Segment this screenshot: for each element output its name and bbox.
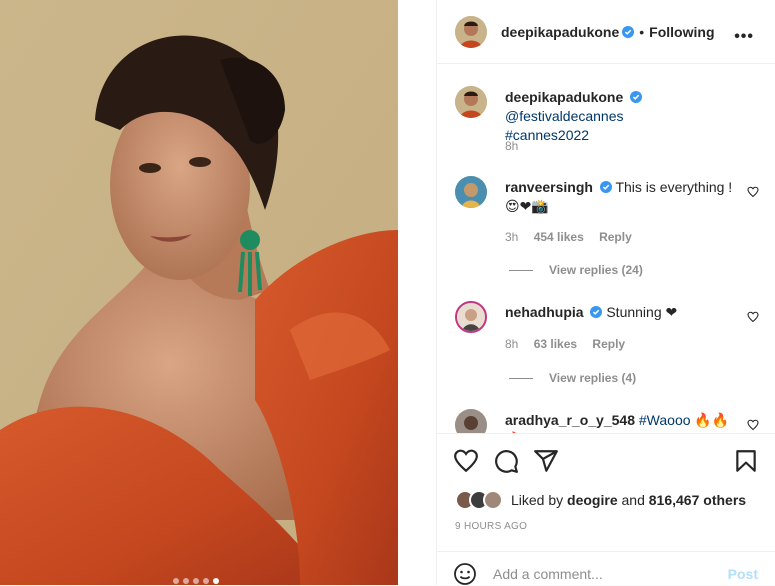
reply-button[interactable]: Reply bbox=[592, 337, 625, 351]
author-avatar[interactable] bbox=[455, 15, 487, 48]
comment-emoji-text: 😍❤📸 bbox=[505, 198, 549, 214]
following-button[interactable]: Following bbox=[649, 24, 714, 40]
post-actions: Liked by deogire and 816,467 others 9 HO… bbox=[437, 433, 775, 551]
mention-link[interactable]: @festivaldecannes bbox=[505, 108, 624, 124]
comment-meta: 8h 63 likes Reply bbox=[505, 337, 637, 351]
liked-by-user[interactable]: deogire bbox=[567, 492, 618, 508]
comment-body: nehadhupia Stunning ❤ bbox=[505, 303, 735, 322]
post-header: deepikapadukone • Following ••• bbox=[437, 0, 775, 64]
heart-icon[interactable] bbox=[453, 448, 479, 474]
comment-text: This is everything ! bbox=[615, 179, 733, 195]
caption-time: 8h bbox=[505, 139, 519, 153]
reply-button[interactable]: Reply bbox=[599, 230, 632, 244]
view-replies-button[interactable]: View replies (4) bbox=[509, 371, 636, 385]
likes-text[interactable]: Liked by deogire and 816,467 others bbox=[511, 492, 746, 508]
post-comment-button[interactable]: Post bbox=[728, 566, 758, 582]
comment-body: ranveersingh This is everything ! 😍❤📸 bbox=[505, 178, 735, 216]
comments-list: deepikapadukone @festivaldecannes #canne… bbox=[437, 65, 775, 433]
caption-meta: 8h bbox=[505, 139, 530, 153]
comment-hashtag[interactable]: #Waooo bbox=[639, 412, 691, 428]
comment-like-heart-icon[interactable] bbox=[747, 311, 759, 323]
add-comment-bar: Post bbox=[437, 551, 775, 585]
carousel-dot-active bbox=[213, 578, 219, 584]
send-icon[interactable] bbox=[533, 448, 559, 474]
caption-username[interactable]: deepikapadukone bbox=[505, 89, 623, 105]
caption-body: deepikapadukone @festivaldecannes #canne… bbox=[505, 88, 735, 145]
portrait-illustration bbox=[0, 0, 398, 585]
commenter-avatar[interactable] bbox=[455, 409, 487, 433]
bookmark-icon[interactable] bbox=[733, 448, 759, 474]
comment-likes[interactable]: 454 likes bbox=[534, 230, 584, 244]
add-comment-input[interactable] bbox=[493, 564, 713, 584]
smiley-icon[interactable] bbox=[453, 562, 477, 586]
carousel-dot bbox=[183, 578, 189, 584]
likes-summary: Liked by deogire and 816,467 others bbox=[455, 490, 746, 510]
author-username[interactable]: deepikapadukone bbox=[501, 24, 619, 40]
comment-icon[interactable] bbox=[493, 448, 519, 474]
view-replies-label: View replies (4) bbox=[549, 371, 637, 385]
photo-margin bbox=[398, 0, 436, 585]
replies-line bbox=[509, 377, 533, 379]
comment-text: Stunning ❤ bbox=[606, 304, 678, 320]
carousel-dot bbox=[173, 578, 179, 584]
carousel-dot bbox=[203, 578, 209, 584]
comment-body: aradhya_r_o_y_548 #Waooo 🔥🔥🔥 bbox=[505, 411, 735, 433]
caption-avatar[interactable] bbox=[455, 86, 487, 118]
likes-prefix: Liked by bbox=[511, 492, 564, 508]
comment-time: 8h bbox=[505, 337, 519, 351]
likes-and: and bbox=[621, 492, 645, 508]
post-details-panel: deepikapadukone • Following ••• deepikap… bbox=[436, 0, 775, 585]
comment-likes[interactable]: 63 likes bbox=[534, 337, 577, 351]
verified-badge-icon bbox=[630, 91, 643, 103]
comment-meta: 3h 454 likes Reply bbox=[505, 230, 644, 244]
verified-badge-icon bbox=[599, 181, 612, 193]
liker-avatar bbox=[483, 490, 503, 510]
view-replies-label: View replies (24) bbox=[549, 263, 643, 277]
view-replies-button[interactable]: View replies (24) bbox=[509, 263, 643, 277]
carousel-dots bbox=[173, 578, 219, 584]
post-timestamp[interactable]: 9 HOURS AGO bbox=[455, 521, 527, 532]
likes-count[interactable]: 816,467 others bbox=[649, 492, 746, 508]
comment-username[interactable]: nehadhupia bbox=[505, 304, 584, 320]
commenter-avatar[interactable] bbox=[455, 176, 487, 208]
header-separator: • bbox=[639, 23, 645, 40]
post-photo[interactable] bbox=[0, 0, 398, 585]
carousel-dot bbox=[193, 578, 199, 584]
verified-badge-icon bbox=[590, 306, 603, 318]
comment-like-heart-icon[interactable] bbox=[747, 186, 759, 198]
replies-line bbox=[509, 269, 533, 271]
more-options-icon[interactable]: ••• bbox=[734, 28, 754, 46]
verified-badge-icon bbox=[622, 25, 635, 38]
comment-username[interactable]: aradhya_r_o_y_548 bbox=[505, 412, 635, 428]
instagram-post-modal: deepikapadukone • Following ••• deepikap… bbox=[0, 0, 775, 585]
comment-username[interactable]: ranveersingh bbox=[505, 179, 593, 195]
commenter-avatar[interactable] bbox=[455, 301, 487, 333]
comment-like-heart-icon[interactable] bbox=[747, 419, 759, 431]
comment-time: 3h bbox=[505, 230, 519, 244]
